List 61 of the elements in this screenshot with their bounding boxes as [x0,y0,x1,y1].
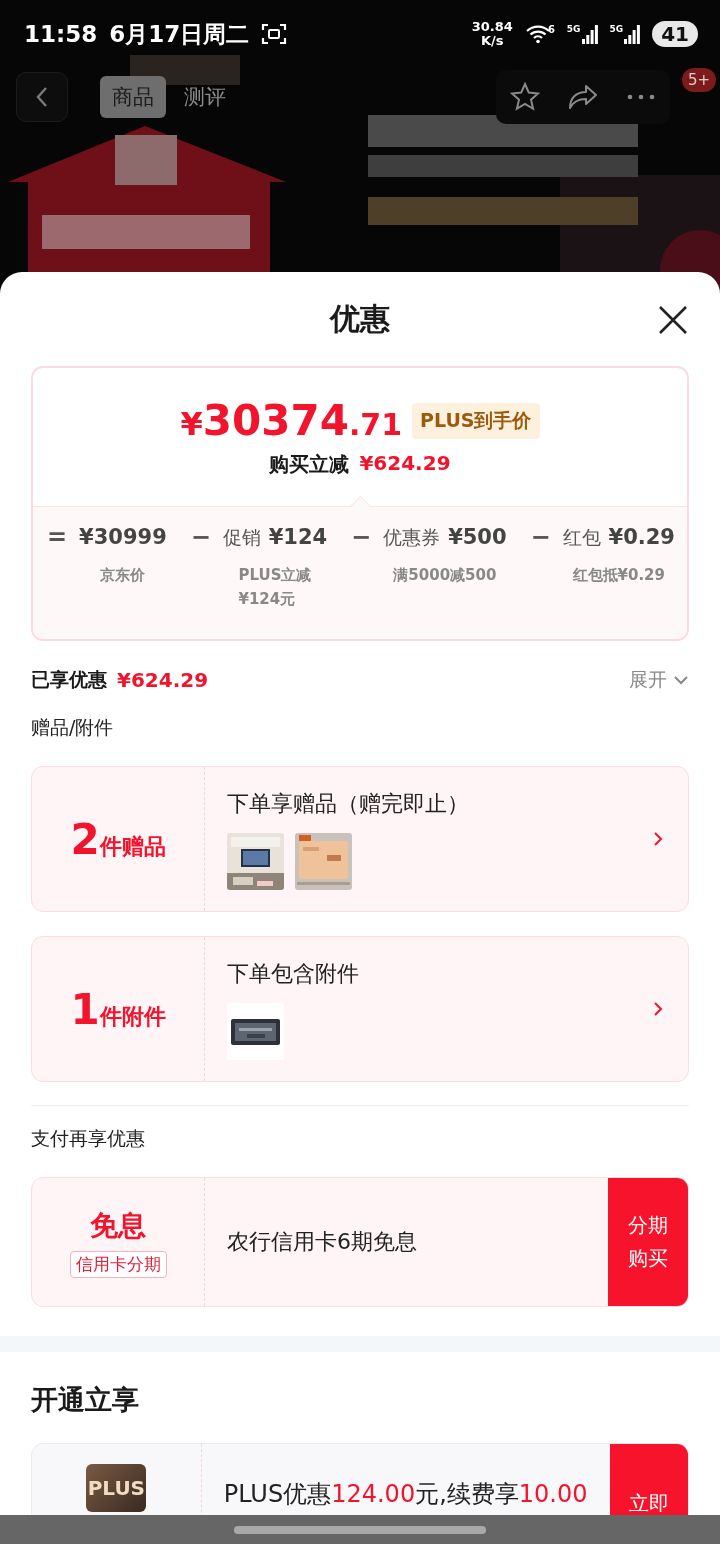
sheet-title: 优惠 [330,299,390,338]
plus-logo: PLUS [86,1464,147,1512]
card-title: 下单包含附件 [227,960,360,988]
breakdown-note: 京东价 [100,565,146,586]
breakdown-amount: ¥30999 [79,524,167,551]
breakdown-note: 满5000减500 [393,565,497,586]
installment-tag: 信用卡分期 [69,1250,167,1278]
operator-sign: − [190,522,211,553]
breakdown-label: 促销 [222,525,261,550]
installment-button[interactable]: 分期 购买 [608,1178,688,1306]
breakdown-note: PLUS立减 ¥124元 [238,565,312,610]
membership-offer-text: PLUS优惠124.00元,续费享10.00 [223,1479,588,1510]
price-tag: PLUS到手价 [412,402,540,439]
breakdown-note: 红包抵¥0.29 [572,565,665,586]
close-icon[interactable] [657,304,689,336]
payment-offer-text: 农行信用卡6期免息 [227,1228,417,1256]
final-price: ¥30374.71 [180,396,403,445]
expand-toggle[interactable]: 展开 [629,667,689,693]
breakdown-amount: ¥500 [448,524,507,551]
wifi-label: 6 [547,24,555,35]
interest-free-label: 免息 [90,1207,146,1244]
section-title: 开通立享 [31,1383,139,1417]
speed-unit: K/s [481,34,504,48]
home-handle[interactable] [234,1525,486,1534]
signal-icon [624,24,641,44]
more-icon[interactable] [627,94,655,100]
chevron-right-icon [653,1001,663,1017]
breakdown-label: 红包 [562,525,601,550]
discount-amount: ¥624.29 [359,451,451,477]
star-icon[interactable] [510,82,540,112]
gift-card[interactable]: 2件赠品 下单享赠品（赠完即止） [31,766,689,912]
breakdown-amount: ¥124 [268,524,328,551]
item-count: 1件附件 [70,984,166,1034]
tab[interactable]: 测评 [172,76,238,118]
savings-label: 已享优惠 [31,667,107,692]
status-time: 11:58 [24,21,98,47]
signal-icon [581,24,598,44]
card-title: 下单享赠品（赠完即止） [227,790,470,818]
operator-sign: = [47,522,68,553]
activate-button[interactable]: 立即 [609,1444,688,1515]
breakdown-amount: ¥0.29 [608,524,675,551]
share-icon[interactable] [567,83,599,111]
chevron-right-icon [653,831,663,847]
tab[interactable]: 商品 [100,76,166,118]
back-icon[interactable] [35,85,49,109]
discount-label: 购买立减 [269,451,350,478]
operator-sign: − [530,522,551,553]
section-title: 赠品/附件 [31,715,114,740]
network-speed: 30.84 [471,20,513,34]
item-count: 2件赠品 [70,814,166,864]
breakdown-label: 优惠券 [383,525,441,550]
chevron-down-icon [673,675,689,685]
network-type: 5G [609,24,624,34]
gift-card[interactable]: 1件附件 下单包含附件 [31,936,689,1082]
network-type: 5G [566,24,581,34]
operator-sign: − [351,522,372,553]
battery-indicator: 41 [652,21,698,47]
savings-amount: ¥624.29 [117,668,209,692]
section-title: 支付再享优惠 [31,1126,145,1151]
status-date: 6月17日周二 [109,19,250,49]
screenshot-icon [261,22,288,46]
